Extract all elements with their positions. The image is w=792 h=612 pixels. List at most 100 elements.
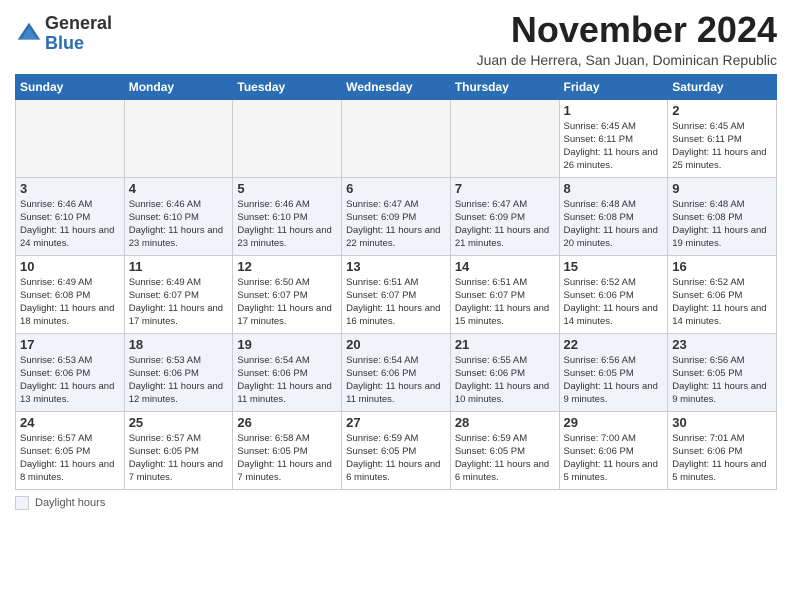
calendar-cell: 24 Sunrise: 6:57 AM Sunset: 6:05 PM Dayli… xyxy=(16,411,125,489)
calendar-cell: 26 Sunrise: 6:58 AM Sunset: 6:05 PM Dayli… xyxy=(233,411,342,489)
header-monday: Monday xyxy=(124,74,233,99)
header: General Blue November 2024 Juan de Herre… xyxy=(15,10,777,68)
header-wednesday: Wednesday xyxy=(342,74,451,99)
day-info: Sunrise: 6:52 AM Sunset: 6:06 PM Dayligh… xyxy=(564,276,664,329)
day-info: Sunrise: 6:52 AM Sunset: 6:06 PM Dayligh… xyxy=(672,276,772,329)
day-number: 8 xyxy=(564,181,664,196)
day-number: 4 xyxy=(129,181,229,196)
title-block: November 2024 Juan de Herrera, San Juan,… xyxy=(477,10,777,68)
day-info: Sunrise: 6:46 AM Sunset: 6:10 PM Dayligh… xyxy=(129,198,229,251)
day-info: Sunrise: 6:53 AM Sunset: 6:06 PM Dayligh… xyxy=(20,354,120,407)
day-info: Sunrise: 6:48 AM Sunset: 6:08 PM Dayligh… xyxy=(564,198,664,251)
calendar-cell: 7Sunrise: 6:47 AM Sunset: 6:09 PM Daylig… xyxy=(450,177,559,255)
day-info: Sunrise: 6:56 AM Sunset: 6:05 PM Dayligh… xyxy=(672,354,772,407)
day-number: 30 xyxy=(672,415,772,430)
day-number: 13 xyxy=(346,259,446,274)
day-info: Sunrise: 6:54 AM Sunset: 6:06 PM Dayligh… xyxy=(237,354,337,407)
day-number: 10 xyxy=(20,259,120,274)
calendar-cell xyxy=(450,99,559,177)
logo-icon xyxy=(15,20,43,48)
day-number: 17 xyxy=(20,337,120,352)
calendar-cell xyxy=(16,99,125,177)
day-info: Sunrise: 6:54 AM Sunset: 6:06 PM Dayligh… xyxy=(346,354,446,407)
day-number: 6 xyxy=(346,181,446,196)
calendar-cell: 6 Sunrise: 6:47 AM Sunset: 6:09 PM Daylig… xyxy=(342,177,451,255)
calendar-cell: 4 Sunrise: 6:46 AM Sunset: 6:10 PM Daylig… xyxy=(124,177,233,255)
calendar-cell: 5 Sunrise: 6:46 AM Sunset: 6:10 PM Daylig… xyxy=(233,177,342,255)
calendar-cell: 29 Sunrise: 7:00 AM Sunset: 6:06 PM Dayli… xyxy=(559,411,668,489)
calendar-cell: 21 Sunrise: 6:55 AM Sunset: 6:06 PM Dayli… xyxy=(450,333,559,411)
calendar: Sunday Monday Tuesday Wednesday Thursday… xyxy=(15,74,777,490)
day-number: 1 xyxy=(564,103,664,118)
day-info: Sunrise: 6:58 AM Sunset: 6:05 PM Dayligh… xyxy=(237,432,337,485)
day-info: Sunrise: 6:51 AM Sunset: 6:07 PM Dayligh… xyxy=(346,276,446,329)
calendar-week-2: 10 Sunrise: 6:49 AM Sunset: 6:08 PM Dayli… xyxy=(16,255,777,333)
day-info: Sunrise: 6:53 AM Sunset: 6:06 PM Dayligh… xyxy=(129,354,229,407)
day-number: 15 xyxy=(564,259,664,274)
calendar-cell: 12 Sunrise: 6:50 AM Sunset: 6:07 PM Dayli… xyxy=(233,255,342,333)
calendar-cell xyxy=(342,99,451,177)
day-info: Sunrise: 6:49 AM Sunset: 6:08 PM Dayligh… xyxy=(20,276,120,329)
day-info: Sunrise: 6:49 AM Sunset: 6:07 PM Dayligh… xyxy=(129,276,229,329)
day-number: 22 xyxy=(564,337,664,352)
day-info: Sunrise: 6:50 AM Sunset: 6:07 PM Dayligh… xyxy=(237,276,337,329)
calendar-week-3: 17 Sunrise: 6:53 AM Sunset: 6:06 PM Dayli… xyxy=(16,333,777,411)
day-info: Sunrise: 6:57 AM Sunset: 6:05 PM Dayligh… xyxy=(20,432,120,485)
header-saturday: Saturday xyxy=(668,74,777,99)
day-number: 18 xyxy=(129,337,229,352)
legend: Daylight hours xyxy=(15,496,777,510)
calendar-cell: 2 Sunrise: 6:45 AM Sunset: 6:11 PM Daylig… xyxy=(668,99,777,177)
day-number: 12 xyxy=(237,259,337,274)
calendar-cell xyxy=(124,99,233,177)
day-number: 5 xyxy=(237,181,337,196)
day-info: Sunrise: 6:59 AM Sunset: 6:05 PM Dayligh… xyxy=(455,432,555,485)
day-number: 29 xyxy=(564,415,664,430)
day-info: Sunrise: 6:46 AM Sunset: 6:10 PM Dayligh… xyxy=(237,198,337,251)
day-number: 20 xyxy=(346,337,446,352)
day-number: 23 xyxy=(672,337,772,352)
page: General Blue November 2024 Juan de Herre… xyxy=(0,0,792,520)
calendar-cell: 22Sunrise: 6:56 AM Sunset: 6:05 PM Dayli… xyxy=(559,333,668,411)
day-number: 19 xyxy=(237,337,337,352)
calendar-week-0: 1 Sunrise: 6:45 AM Sunset: 6:11 PM Daylig… xyxy=(16,99,777,177)
header-friday: Friday xyxy=(559,74,668,99)
location: Juan de Herrera, San Juan, Dominican Rep… xyxy=(477,52,777,68)
calendar-cell: 30Sunrise: 7:01 AM Sunset: 6:06 PM Dayli… xyxy=(668,411,777,489)
day-info: Sunrise: 6:47 AM Sunset: 6:09 PM Dayligh… xyxy=(455,198,555,251)
day-number: 25 xyxy=(129,415,229,430)
calendar-cell: 8 Sunrise: 6:48 AM Sunset: 6:08 PM Daylig… xyxy=(559,177,668,255)
day-info: Sunrise: 6:59 AM Sunset: 6:05 PM Dayligh… xyxy=(346,432,446,485)
calendar-cell: 20 Sunrise: 6:54 AM Sunset: 6:06 PM Dayli… xyxy=(342,333,451,411)
day-number: 26 xyxy=(237,415,337,430)
calendar-cell: 25Sunrise: 6:57 AM Sunset: 6:05 PM Dayli… xyxy=(124,411,233,489)
calendar-cell: 27 Sunrise: 6:59 AM Sunset: 6:05 PM Dayli… xyxy=(342,411,451,489)
calendar-cell: 11 Sunrise: 6:49 AM Sunset: 6:07 PM Dayli… xyxy=(124,255,233,333)
logo-text: General Blue xyxy=(45,14,112,54)
day-number: 24 xyxy=(20,415,120,430)
day-number: 21 xyxy=(455,337,555,352)
calendar-cell: 19 Sunrise: 6:54 AM Sunset: 6:06 PM Dayli… xyxy=(233,333,342,411)
header-sunday: Sunday xyxy=(16,74,125,99)
calendar-cell: 18 Sunrise: 6:53 AM Sunset: 6:06 PM Dayli… xyxy=(124,333,233,411)
calendar-cell: 9Sunrise: 6:48 AM Sunset: 6:08 PM Daylig… xyxy=(668,177,777,255)
calendar-week-1: 3Sunrise: 6:46 AM Sunset: 6:10 PM Daylig… xyxy=(16,177,777,255)
day-number: 11 xyxy=(129,259,229,274)
header-thursday: Thursday xyxy=(450,74,559,99)
calendar-cell: 17 Sunrise: 6:53 AM Sunset: 6:06 PM Dayli… xyxy=(16,333,125,411)
day-number: 27 xyxy=(346,415,446,430)
day-info: Sunrise: 6:45 AM Sunset: 6:11 PM Dayligh… xyxy=(672,120,772,173)
logo: General Blue xyxy=(15,14,112,54)
day-info: Sunrise: 6:55 AM Sunset: 6:06 PM Dayligh… xyxy=(455,354,555,407)
calendar-cell: 3Sunrise: 6:46 AM Sunset: 6:10 PM Daylig… xyxy=(16,177,125,255)
calendar-cell: 15 Sunrise: 6:52 AM Sunset: 6:06 PM Dayli… xyxy=(559,255,668,333)
calendar-cell: 16 Sunrise: 6:52 AM Sunset: 6:06 PM Dayli… xyxy=(668,255,777,333)
day-info: Sunrise: 6:46 AM Sunset: 6:10 PM Dayligh… xyxy=(20,198,120,251)
day-info: Sunrise: 6:47 AM Sunset: 6:09 PM Dayligh… xyxy=(346,198,446,251)
day-number: 28 xyxy=(455,415,555,430)
logo-blue: Blue xyxy=(45,34,112,54)
calendar-week-4: 24 Sunrise: 6:57 AM Sunset: 6:05 PM Dayli… xyxy=(16,411,777,489)
day-number: 2 xyxy=(672,103,772,118)
day-info: Sunrise: 7:00 AM Sunset: 6:06 PM Dayligh… xyxy=(564,432,664,485)
day-number: 16 xyxy=(672,259,772,274)
calendar-header-row: Sunday Monday Tuesday Wednesday Thursday… xyxy=(16,74,777,99)
